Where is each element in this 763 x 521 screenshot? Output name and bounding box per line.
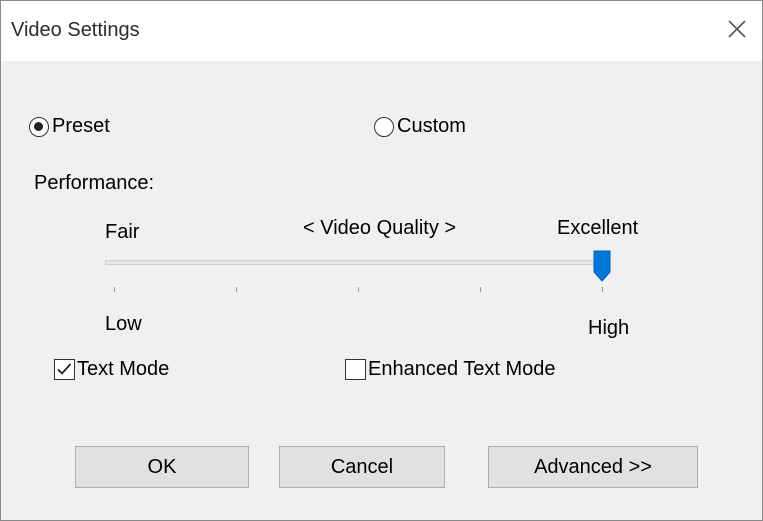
excellent-label: Excellent xyxy=(557,217,639,239)
enhanced-text-mode-checkbox-box[interactable] xyxy=(345,359,366,380)
text-mode-checkbox-box[interactable] xyxy=(54,359,75,380)
custom-radio[interactable]: Custom xyxy=(374,115,466,138)
slider-tick xyxy=(114,287,115,292)
video-settings-dialog: Video Settings Preset Custom Performance… xyxy=(0,0,763,521)
slider-tick xyxy=(358,287,359,292)
close-button[interactable] xyxy=(724,16,750,42)
ok-button[interactable]: OK xyxy=(75,446,249,488)
low-label: Low xyxy=(105,313,142,335)
slider-thumb[interactable] xyxy=(593,250,611,282)
performance-label: Performance: xyxy=(34,172,155,194)
text-mode-checkbox[interactable]: Text Mode xyxy=(54,358,169,381)
text-mode-label: Text Mode xyxy=(77,358,170,380)
cancel-button[interactable]: Cancel xyxy=(279,446,445,488)
custom-radio-indicator[interactable] xyxy=(374,116,394,137)
title-bar: Video Settings xyxy=(1,1,762,61)
slider-tick xyxy=(602,287,603,292)
video-quality-label: < Video Quality > xyxy=(303,217,457,239)
fair-label: Fair xyxy=(105,221,140,243)
enhanced-text-mode-checkbox[interactable]: Enhanced Text Mode xyxy=(345,358,556,381)
high-label: High xyxy=(588,317,630,339)
slider-tick xyxy=(236,287,237,292)
slider-tick xyxy=(480,287,481,292)
custom-radio-label: Custom xyxy=(397,115,466,137)
slider-track[interactable] xyxy=(105,260,605,265)
checkmark-icon xyxy=(57,363,72,375)
preset-radio[interactable]: Preset xyxy=(29,115,110,138)
close-icon xyxy=(728,20,746,38)
preset-radio-label: Preset xyxy=(52,115,110,137)
preset-radio-indicator[interactable] xyxy=(29,116,49,137)
dialog-title: Video Settings xyxy=(11,19,140,41)
advanced-button[interactable]: Advanced >> xyxy=(488,446,698,488)
enhanced-text-mode-label: Enhanced Text Mode xyxy=(368,358,556,380)
